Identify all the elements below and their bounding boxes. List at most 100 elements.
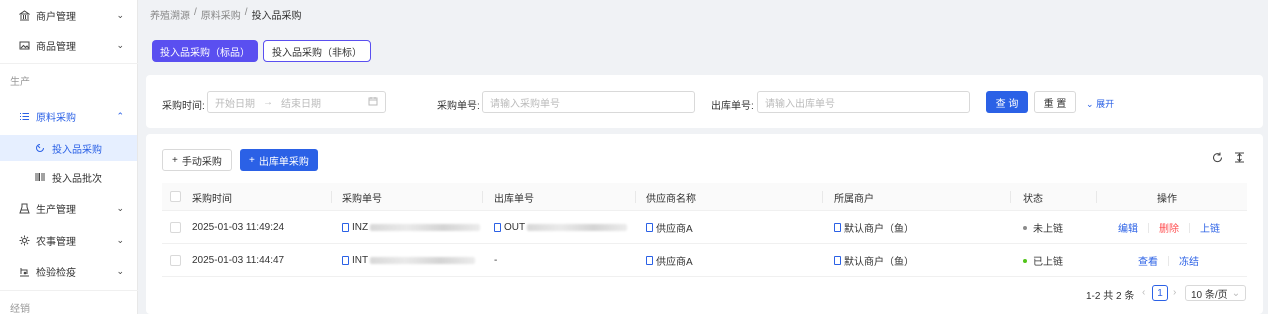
cell-status: 未上链 [1023, 211, 1063, 244]
cell-outbound-no[interactable]: OUT [494, 211, 628, 244]
column-header-merchant: 所属商户 [834, 193, 874, 205]
next-page-icon[interactable]: › [1173, 287, 1176, 298]
cell-purchase-no[interactable]: INZ [342, 211, 481, 244]
column-separator [822, 191, 823, 203]
bank-icon [18, 9, 30, 21]
column-header-status: 状态 [1023, 193, 1043, 205]
document-icon [834, 223, 841, 232]
freeze-link[interactable]: 冻结 [1179, 253, 1199, 268]
refresh-icon [34, 142, 46, 154]
chevron-down-icon: ⌄ [116, 202, 124, 213]
redacted-text [370, 224, 481, 231]
chevron-down-icon: ⌄ [1231, 287, 1241, 299]
sidebar-subitem-input-batch[interactable]: 投入品批次 [0, 164, 137, 190]
cell-time: 2025-01-03 11:49:24 [192, 222, 285, 233]
page-size-select[interactable]: 10 条/页 ⌄ [1185, 285, 1247, 301]
sidebar-item-label: 原料采购 [36, 112, 76, 124]
view-link[interactable]: 查看 [1138, 253, 1158, 268]
outbound-no-input[interactable]: 请输入出库单号 [757, 91, 970, 113]
select-all-checkbox[interactable] [170, 191, 181, 202]
query-button[interactable]: 查 询 [986, 91, 1028, 113]
sidebar-item-production[interactable]: 生产管理 ⌄ [0, 193, 138, 223]
column-separator [331, 191, 332, 203]
delete-link[interactable]: 删除 [1159, 220, 1179, 235]
chevron-down-icon: ⌄ [1086, 99, 1094, 109]
column-separator [482, 191, 483, 203]
prev-page-icon[interactable]: ‹ [1142, 287, 1145, 298]
sidebar-item-farming[interactable]: 农事管理 ⌄ [0, 225, 138, 255]
page-size-box: 10 条/页 ⌄ [1185, 285, 1247, 301]
cell-purchase-no[interactable]: INT [342, 244, 476, 277]
cell-status: 已上链 [1023, 244, 1063, 277]
arrow-right-icon: → [263, 96, 273, 108]
divider [0, 290, 138, 291]
scale-icon [18, 265, 30, 277]
divider [1148, 222, 1149, 233]
column-header-time: 采购时间 [192, 193, 232, 205]
status-text: 已上链 [1033, 257, 1063, 268]
column-height-icon[interactable] [1234, 152, 1245, 166]
divider [1168, 255, 1169, 266]
tab-nonstandard[interactable]: 投入品采购（非标） [263, 40, 371, 62]
pagination-current[interactable]: 1 [1152, 285, 1168, 301]
chevron-down-icon: ⌄ [116, 39, 124, 50]
table-row: 2025-01-03 11:44:47 INT - 供应商A 默认商户（鱼） 已… [162, 244, 1247, 277]
reload-icon[interactable] [1212, 152, 1223, 166]
breadcrumb-item[interactable]: 原料采购 [201, 7, 241, 22]
supplier-text: 供应商A [656, 224, 693, 235]
manual-purchase-label: 手动采购 [181, 156, 222, 168]
calendar-icon [368, 96, 378, 109]
sidebar-item-products[interactable]: 商品管理 ⌄ [0, 30, 138, 60]
sidebar-item-raw-purchase[interactable]: 原料采购 ⌃ [0, 101, 138, 131]
barcode-icon [34, 171, 46, 183]
chevron-down-icon: ⌄ [116, 9, 124, 20]
row-checkbox[interactable] [170, 222, 181, 233]
table-row: 2025-01-03 11:49:24 INZ OUT 供应商A 默认商户（鱼）… [162, 211, 1247, 244]
merchant-text: 默认商户（鱼） [844, 257, 914, 268]
image-icon [18, 39, 30, 51]
list-icon [18, 110, 30, 122]
purchase-time-label: 采购时间: [162, 101, 205, 112]
document-icon [646, 223, 653, 232]
sidebar-item-merchants[interactable]: 商户管理 ⌄ [0, 0, 138, 30]
end-date-placeholder: 结束日期 [281, 98, 321, 110]
upchain-link[interactable]: 上链 [1200, 220, 1220, 235]
redacted-text [370, 257, 476, 264]
chevron-down-icon: ⌄ [116, 265, 124, 276]
flask-icon [18, 202, 30, 214]
date-range-picker[interactable]: 开始日期 → 结束日期 [207, 91, 386, 113]
outbound-purchase-button[interactable]: + 出库单采购 [240, 149, 318, 171]
gear-icon [18, 234, 30, 246]
sidebar-subitem-label: 投入品批次 [52, 173, 102, 185]
cell-merchant: 默认商户（鱼） [834, 211, 914, 244]
sidebar-item-label: 商品管理 [36, 41, 76, 53]
tab-standard[interactable]: 投入品采购（标品） [152, 40, 258, 62]
manual-purchase-button[interactable]: + 手动采购 [162, 149, 232, 171]
plus-icon: + [172, 154, 178, 166]
column-header-supplier: 供应商名称 [646, 193, 696, 205]
outbound-no-text: OUT [504, 222, 526, 233]
breadcrumb-item[interactable]: 养殖溯源 [150, 7, 190, 22]
start-date-placeholder: 开始日期 [215, 98, 255, 110]
document-icon [494, 223, 501, 232]
redacted-text [527, 224, 628, 231]
supplier-text: 供应商A [656, 257, 693, 268]
sidebar-item-inspection[interactable]: 检验检疫 ⌄ [0, 256, 138, 286]
row-checkbox[interactable] [170, 255, 181, 266]
document-icon [646, 256, 653, 265]
sidebar-item-label: 生产管理 [36, 204, 76, 216]
merchant-text: 默认商户（鱼） [844, 224, 914, 235]
chevron-down-icon: ⌄ [116, 234, 124, 245]
cell-supplier: 供应商A [646, 211, 693, 244]
expand-link[interactable]: ⌄ 展开 [1086, 97, 1114, 110]
purchase-no-text: INT [352, 255, 369, 266]
sidebar-subitem-input-purchase[interactable]: 投入品采购 [0, 135, 137, 161]
reset-button[interactable]: 重 置 [1034, 91, 1076, 113]
sidebar: 商户管理 ⌄ 商品管理 ⌄ 生产 原料采购 ⌃ 投入品采购 投入品批次 生产管理… [0, 0, 138, 314]
sidebar-item-label: 商户管理 [36, 11, 76, 23]
cell-actions: 编辑 删除 上链 [1118, 211, 1220, 244]
breadcrumb-separator: / [244, 7, 248, 18]
edit-link[interactable]: 编辑 [1118, 220, 1138, 235]
purchase-no-input[interactable]: 请输入采购单号 [482, 91, 695, 113]
column-separator [1096, 191, 1097, 203]
